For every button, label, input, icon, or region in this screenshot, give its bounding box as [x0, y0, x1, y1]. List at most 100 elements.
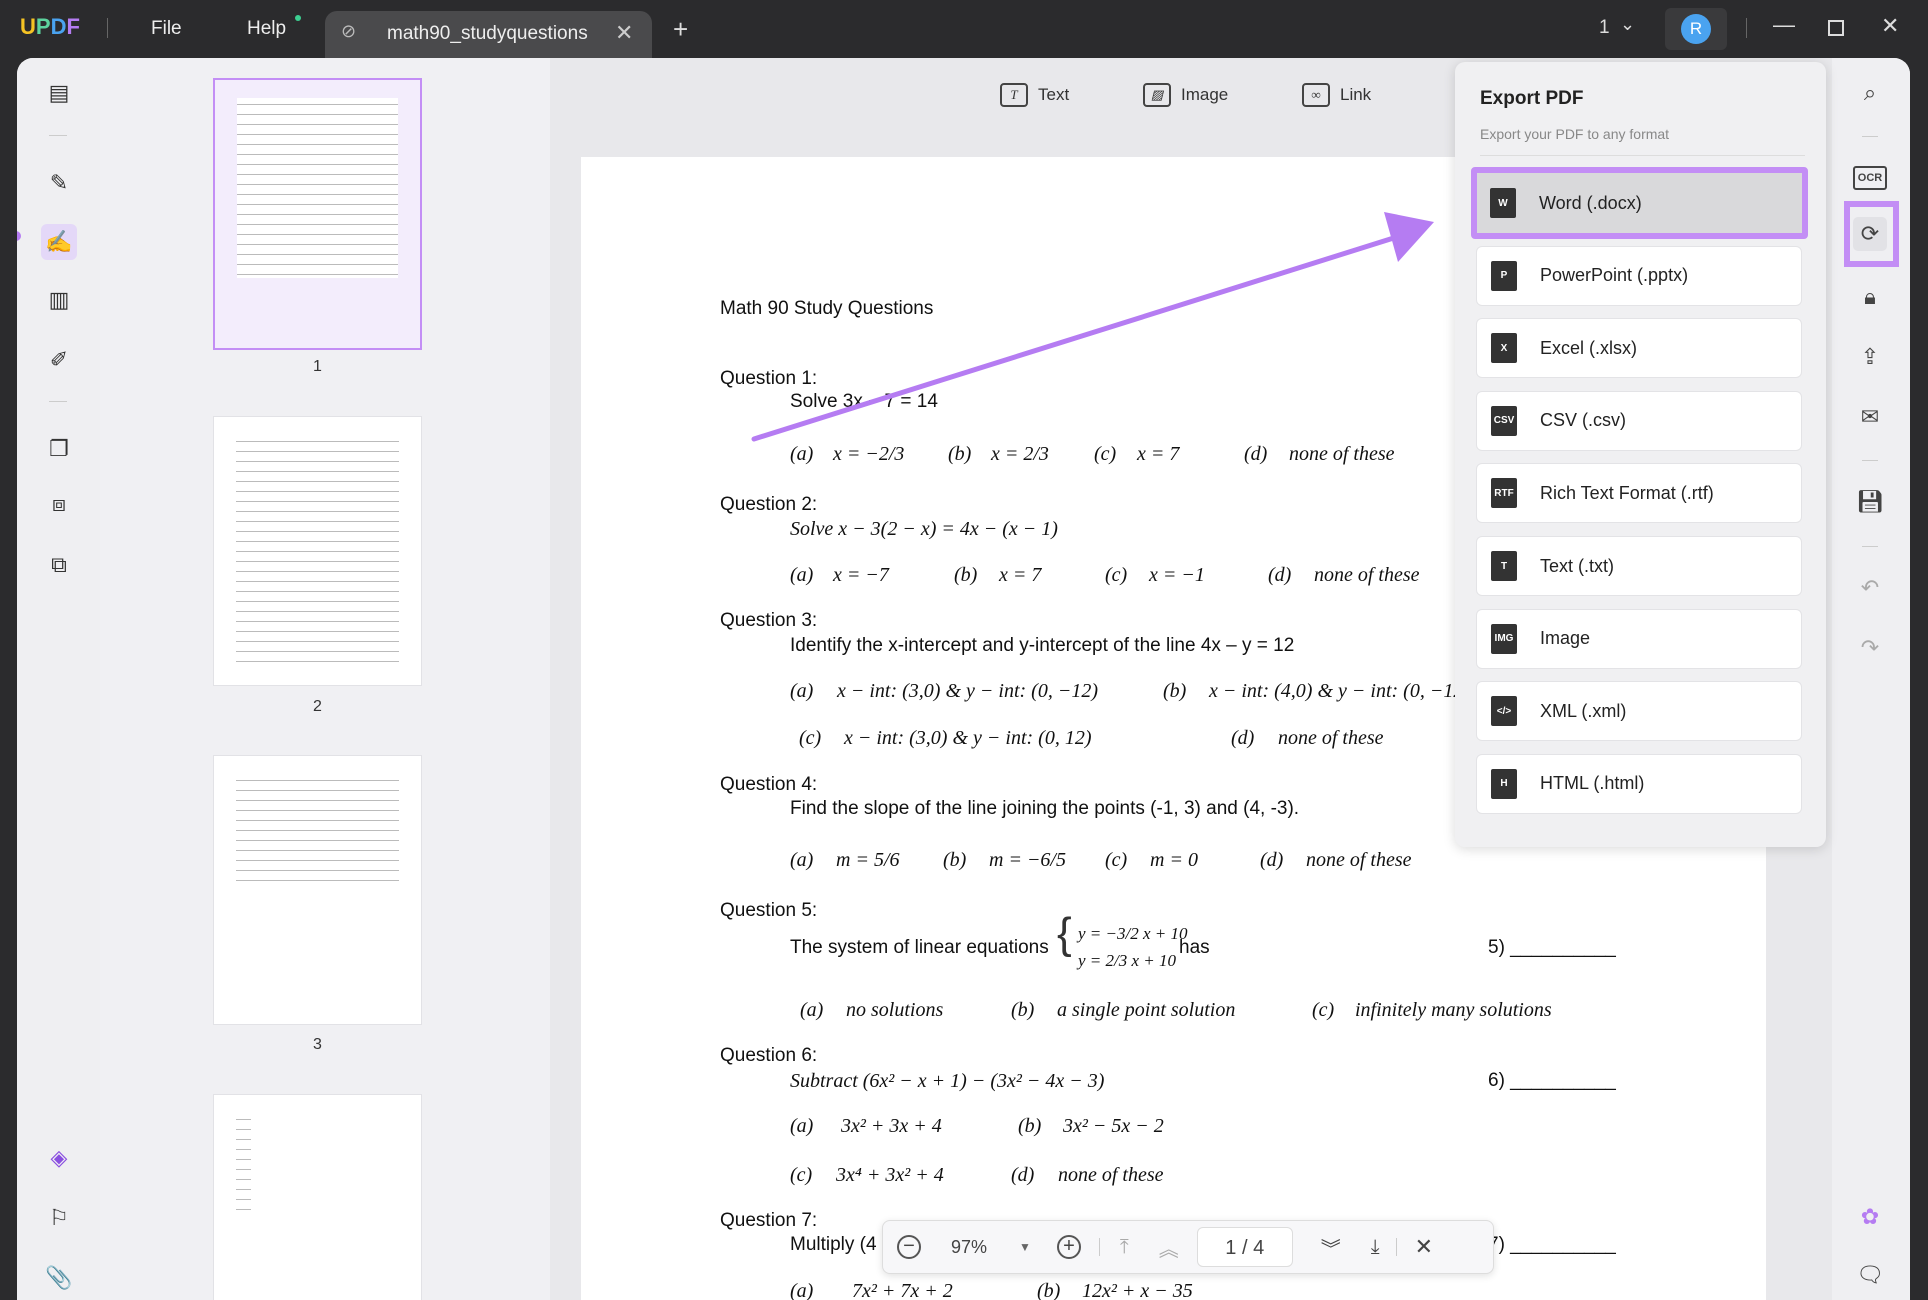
crop-icon[interactable]: ⧈	[41, 486, 77, 522]
option-letter: (b)	[1018, 1115, 1042, 1137]
attachment-icon[interactable]: 📎	[41, 1260, 77, 1296]
option-text: 3x² + 3x + 4	[841, 1115, 942, 1137]
export-option[interactable]: W Word (.docx)	[1476, 173, 1802, 233]
comment-highlighter-icon[interactable]: ✎	[41, 165, 77, 201]
option-text: no solutions	[846, 999, 944, 1021]
add-image-tool[interactable]: ▨ Image	[1143, 83, 1228, 107]
undo-icon[interactable]: ↶	[1853, 571, 1887, 605]
export-option[interactable]: RTF Rich Text Format (.rtf)	[1476, 463, 1802, 524]
edit-pdf-icon[interactable]: ✍	[41, 224, 77, 260]
reader-icon[interactable]: ▤	[41, 75, 77, 111]
thumbnail-page-2[interactable]	[213, 416, 422, 686]
last-page-icon[interactable]: ⤓	[1371, 1236, 1380, 1259]
option-letter: (a)	[790, 1280, 814, 1300]
export-option[interactable]: T Text (.txt)	[1476, 536, 1802, 596]
add-link-tool[interactable]: ∞ Link	[1302, 83, 1371, 107]
export-option[interactable]: IMG Image	[1476, 608, 1802, 669]
export-panel-subtitle: Export your PDF to any format	[1480, 126, 1670, 142]
export-option[interactable]: X Excel (.xlsx)	[1476, 318, 1802, 379]
minimize-icon[interactable]: —	[1773, 12, 1795, 38]
document-tab[interactable]: ⊘ math90_studyquestions ✕	[325, 11, 652, 58]
protect-icon[interactable]: 🔒︎	[1853, 280, 1887, 314]
email-icon[interactable]: ✉	[1853, 400, 1887, 434]
form-icon[interactable]: ✐	[41, 342, 77, 378]
account-button[interactable]: R	[1665, 8, 1727, 50]
combine-icon[interactable]: ⧉	[41, 547, 77, 583]
option-letter: (c)	[1312, 999, 1335, 1021]
option-text: x − int: (3,0) & y − int: (0, −12)	[837, 680, 1098, 702]
option-text: x = 2/3	[991, 443, 1049, 465]
option-letter: (c)	[1094, 443, 1117, 465]
export-option-label: HTML (.html)	[1540, 773, 1645, 794]
bookmark-icon[interactable]: ⚐	[41, 1200, 77, 1236]
thumbnail-page-4[interactable]	[213, 1094, 422, 1300]
zoom-out-icon[interactable]: −	[897, 1235, 921, 1259]
active-indicator	[17, 231, 21, 241]
export-option[interactable]: H HTML (.html)	[1476, 753, 1802, 814]
question-3-prompt: Identify the x-intercept and y-intercept…	[790, 635, 1295, 656]
zoom-level[interactable]: 97%	[951, 1237, 987, 1258]
maximize-icon[interactable]	[1828, 20, 1844, 36]
chevron-down-icon[interactable]: ⌄	[1620, 14, 1635, 35]
question-2-label: Question 2:	[720, 494, 818, 515]
page-number: 2	[313, 698, 322, 715]
divider	[1862, 136, 1878, 137]
first-page-icon[interactable]: ⤒	[1120, 1236, 1129, 1259]
option-letter: (c)	[1105, 849, 1128, 871]
menu-help[interactable]: Help	[247, 18, 286, 40]
divider	[107, 18, 108, 38]
option-text: infinitely many solutions	[1355, 999, 1552, 1021]
question-7-label: Question 7:	[720, 1210, 818, 1231]
option-text: 3x² − 5x − 2	[1063, 1115, 1164, 1137]
file-format-icon: X	[1491, 333, 1517, 364]
search-icon[interactable]: ⌕	[1853, 76, 1887, 110]
window-count[interactable]: 1	[1599, 17, 1610, 39]
previous-page-icon[interactable]: ︽	[1159, 1233, 1179, 1262]
thumbnail-page-1[interactable]	[213, 78, 422, 350]
new-tab-icon[interactable]: +	[673, 14, 688, 45]
option-text: none of these	[1289, 443, 1395, 465]
close-nav-icon[interactable]: ✕	[1415, 1234, 1433, 1260]
menu-file[interactable]: File	[151, 18, 182, 40]
save-icon[interactable]: 💾︎	[1853, 485, 1887, 519]
option-text: a single point solution	[1057, 999, 1236, 1021]
divider	[1480, 155, 1805, 156]
file-format-icon: T	[1491, 551, 1517, 581]
ocr-icon[interactable]: OCR	[1853, 166, 1887, 190]
page-organize-icon[interactable]: ▥	[41, 282, 77, 318]
layers-icon[interactable]: ◈	[41, 1140, 77, 1176]
comments-icon[interactable]: 🗨︎	[1853, 1258, 1887, 1292]
page-number-input[interactable]: 1 / 4	[1196, 1227, 1293, 1267]
zoom-dropdown-icon[interactable]: ▼	[1019, 1240, 1031, 1254]
next-page-icon[interactable]: ︾	[1321, 1233, 1341, 1262]
text-tool-icon: T	[1000, 83, 1028, 107]
export-option-label: Rich Text Format (.rtf)	[1540, 482, 1714, 503]
right-tool-rail: ⌕ OCR ⟳ 🔒︎ ⇪ ✉ 💾︎ ↶ ↷ ✿ 🗨︎	[1832, 58, 1910, 1300]
export-option-label: Word (.docx)	[1539, 192, 1642, 213]
question-6-label: Question 6:	[720, 1045, 818, 1066]
option-text: x = −2/3	[833, 443, 905, 465]
divider	[1098, 1238, 1100, 1256]
thumbnail-page-3[interactable]	[213, 755, 422, 1025]
export-option-label: PowerPoint (.pptx)	[1540, 265, 1689, 286]
add-text-tool[interactable]: T Text	[1000, 83, 1069, 107]
redo-icon[interactable]: ↷	[1853, 631, 1887, 665]
file-format-icon: </>	[1491, 696, 1517, 727]
option-letter: (c)	[790, 1164, 813, 1186]
option-text: none of these	[1278, 727, 1384, 749]
convert-pdf-icon[interactable]: ⟳	[1853, 217, 1887, 251]
share-icon[interactable]: ⇪	[1853, 340, 1887, 374]
export-option[interactable]: </> XML (.xml)	[1476, 681, 1802, 742]
close-tab-icon[interactable]: ✕	[615, 20, 633, 46]
export-option[interactable]: P PowerPoint (.pptx)	[1476, 245, 1802, 306]
organize-pages-icon[interactable]: ❐	[41, 431, 77, 467]
avatar: R	[1681, 14, 1711, 44]
export-option-label: Image	[1540, 628, 1591, 649]
ai-assistant-icon[interactable]: ✿	[1853, 1200, 1887, 1234]
close-window-icon[interactable]: ✕	[1881, 13, 1899, 39]
option-text: 3x⁴ + 3x² + 4	[836, 1164, 944, 1186]
question-5-label: Question 5:	[720, 900, 818, 921]
zoom-in-icon[interactable]: +	[1056, 1235, 1081, 1259]
file-format-icon: IMG	[1491, 623, 1517, 654]
export-option[interactable]: CSV CSV (.csv)	[1476, 390, 1802, 451]
